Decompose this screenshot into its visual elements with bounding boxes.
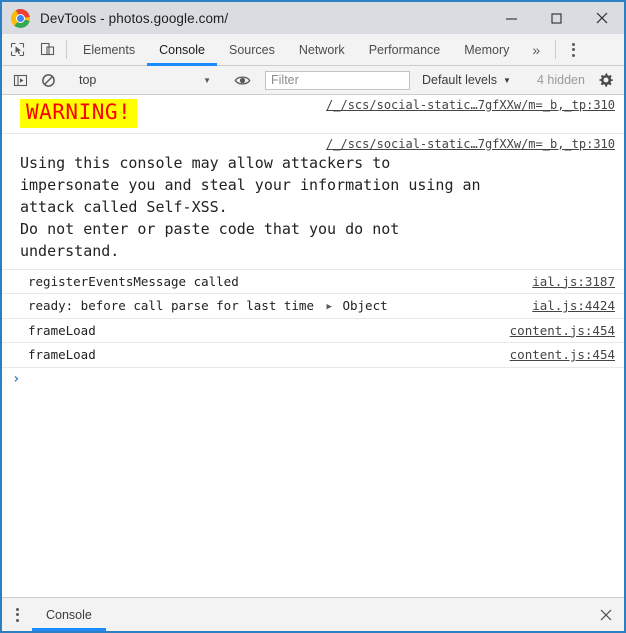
settings-gear-icon[interactable] [593,72,619,88]
tab-sources[interactable]: Sources [217,34,287,65]
toolbar-divider [66,40,67,59]
chevron-down-icon: ▼ [203,75,211,85]
tab-label: Console [159,42,205,57]
message-source-link[interactable]: /_/scs/social-static…7gfXXw/m=_b,_tp:310 [326,98,615,112]
object-disclosure-triangle-icon[interactable]: ▶ [327,302,332,313]
console-message-warning-body[interactable]: /_/scs/social-static…7gfXXw/m=_b,_tp:310… [2,134,624,270]
chevron-down-icon: ▼ [503,75,511,85]
drawer-tab-label: Console [46,607,92,622]
console-toolbar: top ▼ Default levels ▼ 4 hidden [2,66,624,95]
tab-memory[interactable]: Memory [452,34,521,65]
console-message-log[interactable]: frameLoad content.js:454 [2,319,624,344]
more-vertical-icon[interactable] [2,598,32,631]
console-message-log[interactable]: ready: before call parse for last time ▶… [2,294,624,319]
message-source-link[interactable]: content.js:454 [510,323,615,339]
tab-overflow-button[interactable]: » [521,34,551,65]
tabstrip-divider [555,40,557,59]
inspect-element-icon[interactable] [2,34,32,65]
maximize-button[interactable] [534,2,579,34]
tab-label: Elements [83,42,136,57]
console-message-list[interactable]: WARNING! /_/scs/social-static…7gfXXw/m=_… [2,95,624,597]
chrome-logo-icon [11,8,30,28]
log-object-preview[interactable]: Object [342,298,387,313]
tab-label: Memory [464,42,510,57]
log-level-value: Default levels [422,73,498,87]
log-text: frameLoad [28,322,96,338]
close-window-button[interactable] [579,2,624,34]
message-source-link[interactable]: ial.js:3187 [532,274,615,290]
drawer-tab-console[interactable]: Console [32,598,106,631]
message-source-link[interactable]: ial.js:4424 [532,298,615,314]
execution-context-select[interactable]: top ▼ [71,67,219,94]
clear-console-icon[interactable] [34,67,62,94]
tab-label: Network [298,42,345,57]
message-source-link[interactable]: /_/scs/social-static…7gfXXw/m=_b,_tp:310 [326,137,615,151]
console-sidebar-icon[interactable] [6,67,34,94]
tab-network[interactable]: Network [287,34,357,65]
log-text: registerEventsMessage called [28,273,239,289]
live-expression-eye-icon[interactable] [228,67,256,94]
console-message-log[interactable]: registerEventsMessage called ial.js:3187 [2,270,624,295]
console-message-log[interactable]: frameLoad content.js:454 [2,343,624,369]
close-drawer-button[interactable] [588,598,624,631]
more-vertical-icon[interactable] [560,34,586,65]
drawer-tab-bar: Console [2,597,624,631]
filter-input[interactable] [265,70,410,90]
minimize-button[interactable] [489,2,534,34]
log-text: ready: before call parse for last time [28,298,314,314]
tab-label: Performance [368,42,441,57]
window-controls [489,2,624,34]
console-message-warning-badge[interactable]: WARNING! /_/scs/social-static…7gfXXw/m=_… [2,95,624,134]
console-prompt[interactable]: › [2,368,624,391]
log-text: frameLoad [28,347,96,363]
self-xss-warning-badge: WARNING! [20,99,138,128]
tab-label: Sources [228,42,275,57]
title-bar: DevTools - photos.google.com/ [2,2,624,34]
prompt-caret-icon: › [12,371,21,388]
tab-console[interactable]: Console [147,34,217,66]
window-title: DevTools - photos.google.com/ [40,10,229,26]
message-source-link[interactable]: content.js:454 [510,347,615,363]
self-xss-warning-text: Using this console may allow attackers t… [20,153,481,261]
tab-elements[interactable]: Elements [71,34,147,65]
devtools-tab-strip: Elements Console Sources Network Perform… [2,34,624,66]
chevron-double-right-icon: » [532,41,541,58]
hidden-messages-count: 4 hidden [536,73,585,87]
devtools-window: DevTools - photos.google.com/ Elements C… [0,0,626,633]
execution-context-value: top [79,73,97,87]
tab-performance[interactable]: Performance [357,34,453,65]
device-toolbar-icon[interactable] [32,34,62,65]
log-level-select[interactable]: Default levels ▼ [410,73,520,87]
